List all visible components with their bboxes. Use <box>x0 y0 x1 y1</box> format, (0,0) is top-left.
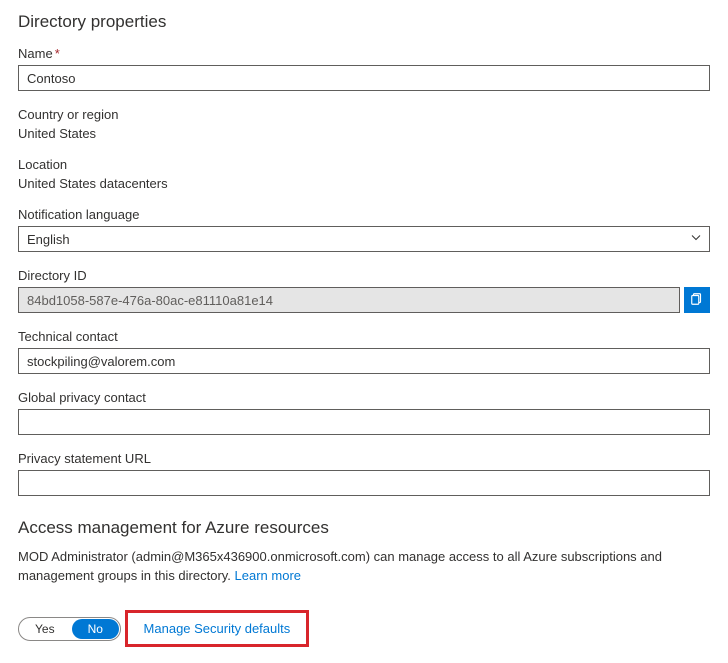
technical-contact-label: Technical contact <box>18 329 710 344</box>
learn-more-link[interactable]: Learn more <box>235 568 301 583</box>
global-privacy-contact-input[interactable] <box>18 409 710 435</box>
notification-language-label: Notification language <box>18 207 710 222</box>
toggle-yes[interactable]: Yes <box>19 618 71 640</box>
toggle-no[interactable]: No <box>72 619 119 639</box>
global-privacy-contact-field: Global privacy contact <box>18 390 710 435</box>
directory-id-label: Directory ID <box>18 268 710 283</box>
name-label: Name* <box>18 46 710 61</box>
country-value: United States <box>18 126 710 141</box>
location-label: Location <box>18 157 710 172</box>
notification-language-field: Notification language English <box>18 207 710 252</box>
name-input[interactable] <box>18 65 710 91</box>
country-label: Country or region <box>18 107 710 122</box>
directory-properties-heading: Directory properties <box>18 12 710 32</box>
global-privacy-contact-label: Global privacy contact <box>18 390 710 405</box>
technical-contact-input[interactable] <box>18 348 710 374</box>
copy-directory-id-button[interactable] <box>684 287 710 313</box>
location-field: Location United States datacenters <box>18 157 710 191</box>
copy-icon <box>690 292 704 309</box>
location-value: United States datacenters <box>18 176 710 191</box>
access-management-heading: Access management for Azure resources <box>18 518 710 538</box>
directory-id-field: Directory ID <box>18 268 710 313</box>
access-management-description: MOD Administrator (admin@M365x436900.onm… <box>18 548 710 586</box>
technical-contact-field: Technical contact <box>18 329 710 374</box>
name-field: Name* <box>18 46 710 91</box>
manage-security-defaults-highlight: Manage Security defaults <box>125 610 310 647</box>
privacy-statement-url-field: Privacy statement URL <box>18 451 710 496</box>
manage-security-defaults-link[interactable]: Manage Security defaults <box>144 621 291 636</box>
country-field: Country or region United States <box>18 107 710 141</box>
privacy-statement-url-label: Privacy statement URL <box>18 451 710 466</box>
notification-language-select[interactable]: English <box>18 226 710 252</box>
directory-id-input[interactable] <box>18 287 680 313</box>
access-management-toggle[interactable]: Yes No <box>18 617 121 641</box>
privacy-statement-url-input[interactable] <box>18 470 710 496</box>
